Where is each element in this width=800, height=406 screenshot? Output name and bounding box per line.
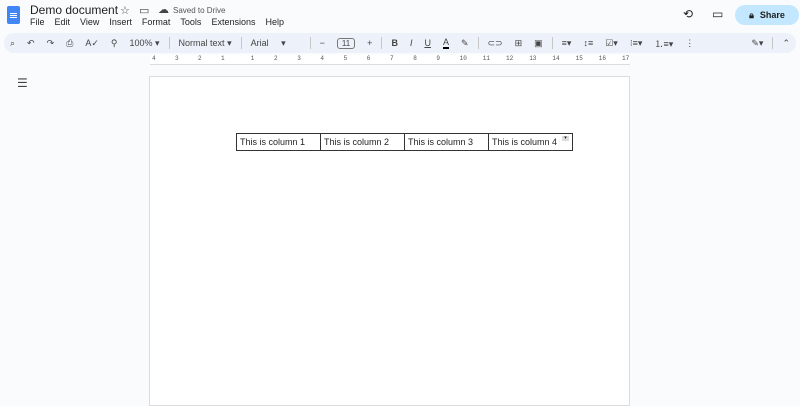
- ruler[interactable]: 4 3 2 1 1 2 3 4 5 6 7 8 9 10 11 12 13 14 15 16 17: [150, 55, 630, 65]
- ruler-label: 6: [366, 55, 371, 62]
- more-icon[interactable]: ⋮: [685, 38, 694, 49]
- editing-mode-icon[interactable]: ✎▾: [751, 38, 763, 49]
- divider: [551, 37, 553, 49]
- menu-help[interactable]: Help: [265, 17, 284, 27]
- menu-tools[interactable]: Tools: [180, 17, 201, 27]
- decrease-font-size-button[interactable]: −: [320, 38, 325, 48]
- menu-insert[interactable]: Insert: [109, 17, 132, 27]
- ruler-label: 8: [413, 55, 417, 62]
- ruler-label: 1: [221, 55, 225, 62]
- zoom-select[interactable]: 100% ▾: [129, 38, 159, 49]
- divider: [309, 37, 311, 49]
- link-icon[interactable]: ⊂⊃: [488, 38, 503, 49]
- ruler-label: 12: [506, 55, 514, 62]
- align-icon[interactable]: ≡▾: [562, 38, 572, 49]
- bulleted-list-icon[interactable]: ⁝≡▾: [630, 38, 643, 49]
- cloud-icon: ☁: [158, 4, 169, 16]
- ruler-label: 15: [575, 55, 583, 62]
- collapse-menu-icon[interactable]: ⌃: [782, 38, 790, 49]
- ruler-label: 4: [152, 55, 156, 62]
- search-icon[interactable]: ⌕: [10, 38, 15, 49]
- underline-icon[interactable]: U: [424, 38, 431, 48]
- ruler-label: 11: [482, 55, 490, 62]
- table-cell[interactable]: This is column 2: [320, 133, 405, 151]
- outline-icon[interactable]: ☰: [17, 76, 28, 90]
- ruler-label: 4: [320, 55, 324, 62]
- ruler-label: 7: [390, 55, 394, 62]
- menu-file[interactable]: File: [30, 17, 45, 27]
- ruler-label: 17: [622, 55, 630, 62]
- save-status: Saved to Drive: [173, 6, 226, 15]
- highlight-icon[interactable]: ✎: [461, 38, 469, 49]
- table-cell[interactable]: This is column 1: [236, 133, 321, 151]
- lock-icon: 🔒︎: [749, 9, 754, 20]
- ruler-label: 2: [274, 55, 278, 62]
- star-icon[interactable]: ☆: [120, 4, 130, 17]
- text-color-icon[interactable]: A: [442, 37, 449, 49]
- increase-font-size-button[interactable]: +: [367, 38, 372, 48]
- line-spacing-icon[interactable]: ↕≡: [583, 38, 593, 48]
- divider: [168, 37, 170, 49]
- menu-edit[interactable]: Edit: [55, 17, 71, 27]
- ruler-label: 13: [529, 55, 537, 62]
- style-select[interactable]: Normal text ▾: [179, 38, 232, 49]
- divider: [240, 37, 242, 49]
- italic-icon[interactable]: I: [410, 38, 413, 48]
- ruler-label: 1: [250, 55, 255, 62]
- ruler-label: 16: [598, 55, 606, 62]
- document-title[interactable]: Demo document: [30, 3, 118, 17]
- bold-icon[interactable]: B: [391, 38, 398, 48]
- ruler-label: 2: [198, 55, 202, 62]
- table-dropdown-icon[interactable]: ▾: [562, 136, 569, 141]
- divider: [772, 37, 774, 49]
- divider: [381, 37, 383, 49]
- insert-image-icon[interactable]: ▣: [534, 38, 543, 49]
- ruler-label: 5: [343, 55, 348, 62]
- ruler-label: 3: [297, 55, 301, 62]
- print-icon[interactable]: ⎙: [66, 38, 73, 49]
- ruler-label: 3: [175, 55, 179, 62]
- add-comment-icon[interactable]: ⊞: [515, 38, 523, 49]
- docs-logo[interactable]: [7, 6, 20, 24]
- menu-format[interactable]: Format: [142, 17, 171, 27]
- menu-bar: File Edit View Insert Format Tools Exten…: [30, 17, 284, 27]
- checklist-icon[interactable]: ☑▾: [605, 38, 618, 49]
- ruler-label: 9: [436, 55, 440, 62]
- divider: [477, 37, 479, 49]
- version-history-icon[interactable]: ⟲: [683, 7, 693, 21]
- table-cell[interactable]: This is column 3: [404, 133, 489, 151]
- paint-format-icon[interactable]: ⚲: [111, 38, 118, 49]
- share-button[interactable]: 🔒︎ Share: [735, 5, 799, 25]
- ruler-label: 10: [459, 55, 467, 62]
- ruler-label: 14: [552, 55, 560, 62]
- menu-extensions[interactable]: Extensions: [211, 17, 255, 27]
- font-size-input[interactable]: 11: [336, 37, 356, 49]
- numbered-list-icon[interactable]: ⒈≡▾: [654, 37, 673, 50]
- document-page[interactable]: [149, 76, 630, 406]
- redo-icon[interactable]: ↷: [47, 38, 55, 49]
- undo-icon[interactable]: ↶: [27, 38, 35, 49]
- spellcheck-icon[interactable]: A✓: [85, 38, 99, 49]
- toolbar: ⌕ ↶ ↷ ⎙ A✓ ⚲ 100% ▾ Normal text ▾ Arial …: [4, 33, 796, 53]
- comments-icon[interactable]: ▭: [712, 7, 723, 21]
- menu-view[interactable]: View: [80, 17, 99, 27]
- document-table: This is column 1 This is column 2 This i…: [236, 133, 573, 151]
- font-select[interactable]: Arial ▾: [251, 38, 301, 49]
- move-folder-icon[interactable]: ▭: [139, 4, 149, 17]
- table-cell[interactable]: This is column 4 ▾: [488, 133, 573, 151]
